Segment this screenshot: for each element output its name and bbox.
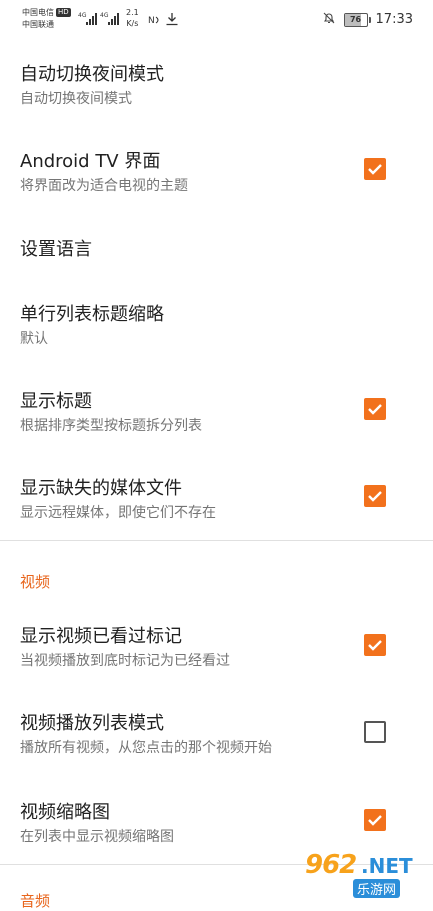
watermark-suffix: .NET bbox=[361, 854, 413, 878]
carrier-1: 中国电信 bbox=[22, 8, 54, 17]
pref-auto-night-mode[interactable]: 自动切换夜间模式 自动切换夜间模式 bbox=[0, 40, 433, 127]
pref-title: 显示标题 bbox=[20, 391, 92, 412]
pref-title: Android TV 界面 bbox=[20, 151, 161, 172]
download-icon bbox=[165, 11, 179, 30]
pref-summary: 默认 bbox=[20, 331, 48, 347]
pref-summary: 显示远程媒体，即使它们不存在 bbox=[20, 505, 216, 521]
pref-title: 显示视频已看过标记 bbox=[20, 626, 182, 647]
status-bar: 中国电信 HD 中国联通 4G 4G 2.1 K/s N 76 17:33 bbox=[0, 0, 433, 40]
pref-title: 视频缩略图 bbox=[20, 802, 110, 823]
watched-marker-checkbox[interactable] bbox=[364, 634, 386, 656]
pref-summary: 自动切换夜间模式 bbox=[20, 91, 132, 107]
pref-summary: 当视频播放到底时标记为已经看过 bbox=[20, 653, 230, 669]
playlist-mode-checkbox[interactable] bbox=[364, 721, 386, 743]
watermark-logo: 962 .NET 乐游网 bbox=[297, 850, 429, 898]
svg-text:N: N bbox=[148, 16, 155, 26]
net-speed-unit: K/s bbox=[126, 19, 139, 28]
battery-icon: 76 bbox=[343, 12, 371, 27]
pref-show-watched-marker[interactable]: 显示视频已看过标记 当视频播放到底时标记为已经看过 bbox=[0, 602, 433, 689]
pref-summary: 根据排序类型按标题拆分列表 bbox=[20, 418, 202, 434]
pref-title: 显示缺失的媒体文件 bbox=[20, 478, 182, 499]
checkmark-icon bbox=[368, 164, 382, 175]
nfc-icon: N bbox=[148, 11, 162, 30]
category-audio: 音频 bbox=[20, 892, 51, 910]
pref-summary: 播放所有视频，从您点击的那个视频开始 bbox=[20, 740, 272, 756]
pref-set-language[interactable]: 设置语言 bbox=[0, 214, 433, 276]
hd-badge: HD bbox=[56, 8, 71, 17]
pref-android-tv-ui[interactable]: Android TV 界面 将界面改为适合电视的主题 bbox=[0, 127, 433, 214]
carrier-2: 中国联通 bbox=[22, 20, 54, 29]
checkmark-icon bbox=[368, 491, 382, 502]
pref-title: 视频播放列表模式 bbox=[20, 713, 164, 734]
watermark-site: 乐游网 bbox=[353, 879, 401, 898]
status-right: 76 17:33 bbox=[322, 10, 413, 29]
show-missing-media-checkbox[interactable] bbox=[364, 485, 386, 507]
pref-video-playlist-mode[interactable]: 视频播放列表模式 播放所有视频，从您点击的那个视频开始 bbox=[0, 689, 433, 776]
mute-bell-icon bbox=[322, 10, 336, 29]
pref-title: 自动切换夜间模式 bbox=[20, 64, 164, 85]
signal-4g-icon: 4G bbox=[100, 10, 120, 26]
svg-text:4G: 4G bbox=[100, 12, 109, 19]
video-thumbnails-checkbox[interactable] bbox=[364, 809, 386, 831]
checkmark-icon bbox=[368, 815, 382, 826]
divider bbox=[0, 540, 433, 541]
pref-show-missing-media[interactable]: 显示缺失的媒体文件 显示远程媒体，即使它们不存在 bbox=[0, 450, 433, 540]
clock: 17:33 bbox=[375, 12, 413, 27]
pref-single-line-title[interactable]: 单行列表标题缩略 默认 bbox=[0, 276, 433, 363]
carrier-info: 中国电信 HD 中国联通 bbox=[22, 7, 71, 31]
checkmark-icon bbox=[368, 404, 382, 415]
pref-title: 设置语言 bbox=[20, 239, 92, 260]
show-headers-checkbox[interactable] bbox=[364, 398, 386, 420]
pref-show-headers[interactable]: 显示标题 根据排序类型按标题拆分列表 bbox=[0, 363, 433, 450]
net-speed: 2.1 K/s bbox=[126, 7, 139, 29]
signal-4g-icon: 4G bbox=[78, 10, 98, 26]
pref-summary: 将界面改为适合电视的主题 bbox=[20, 178, 188, 194]
pref-summary: 在列表中显示视频缩略图 bbox=[20, 829, 174, 845]
category-video: 视频 bbox=[20, 573, 51, 591]
android-tv-checkbox[interactable] bbox=[364, 158, 386, 180]
watermark-number: 962 bbox=[305, 850, 357, 880]
battery-level: 76 bbox=[349, 14, 362, 24]
pref-title: 单行列表标题缩略 bbox=[20, 304, 164, 325]
net-speed-value: 2.1 bbox=[126, 8, 139, 17]
svg-text:4G: 4G bbox=[78, 12, 87, 19]
checkmark-icon bbox=[368, 640, 382, 651]
